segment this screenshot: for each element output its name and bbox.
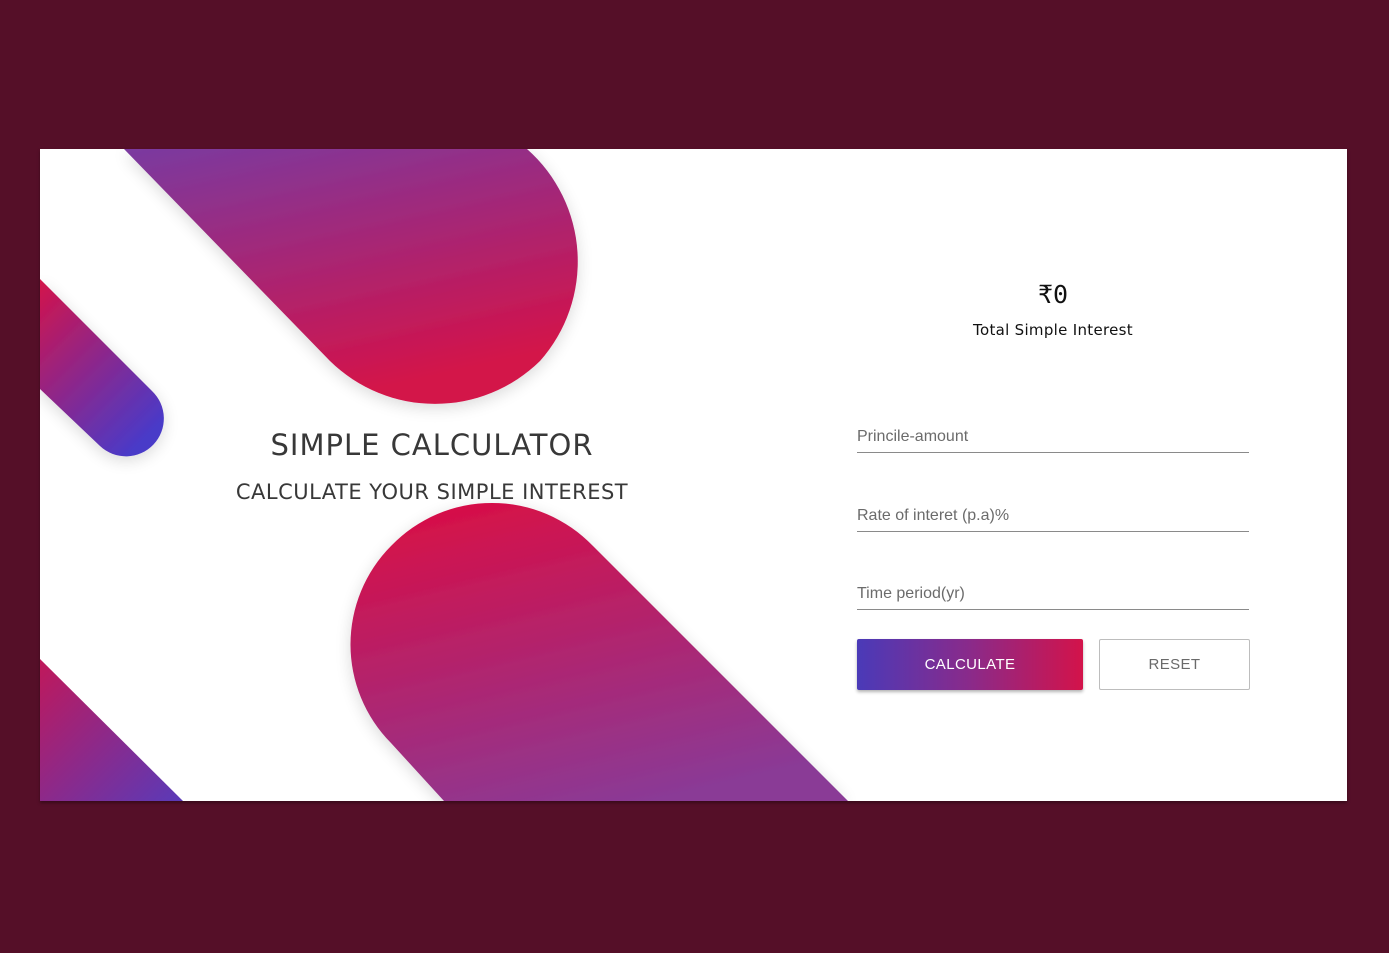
left-capsule-shape <box>40 279 164 457</box>
result-panel: ₹0 Total Simple Interest <box>857 279 1249 339</box>
calculator-card: SIMPLE CALCULATOR CALCULATE YOUR SIMPLE … <box>40 149 1347 801</box>
app-subtitle: CALCULATE YOUR SIMPLE INTEREST <box>235 480 629 504</box>
app-title: SIMPLE CALCULATOR <box>270 428 594 462</box>
time-field[interactable] <box>857 581 1249 610</box>
time-input[interactable] <box>857 581 1249 607</box>
calculate-button[interactable]: CALCULATE <box>857 639 1083 690</box>
rate-field[interactable] <box>857 503 1249 532</box>
corner-shape <box>40 659 183 801</box>
interest-amount: ₹0 <box>1037 280 1069 309</box>
bottom-capsule-shape <box>350 502 848 801</box>
interest-label: Total Simple Interest <box>973 321 1133 339</box>
hero-text: SIMPLE CALCULATOR CALCULATE YOUR SIMPLE … <box>180 427 684 505</box>
rate-input[interactable] <box>857 503 1249 529</box>
top-capsule-shape <box>124 149 578 404</box>
principal-input[interactable] <box>857 424 1249 450</box>
principal-field[interactable] <box>857 424 1249 453</box>
reset-button[interactable]: RESET <box>1099 639 1250 690</box>
